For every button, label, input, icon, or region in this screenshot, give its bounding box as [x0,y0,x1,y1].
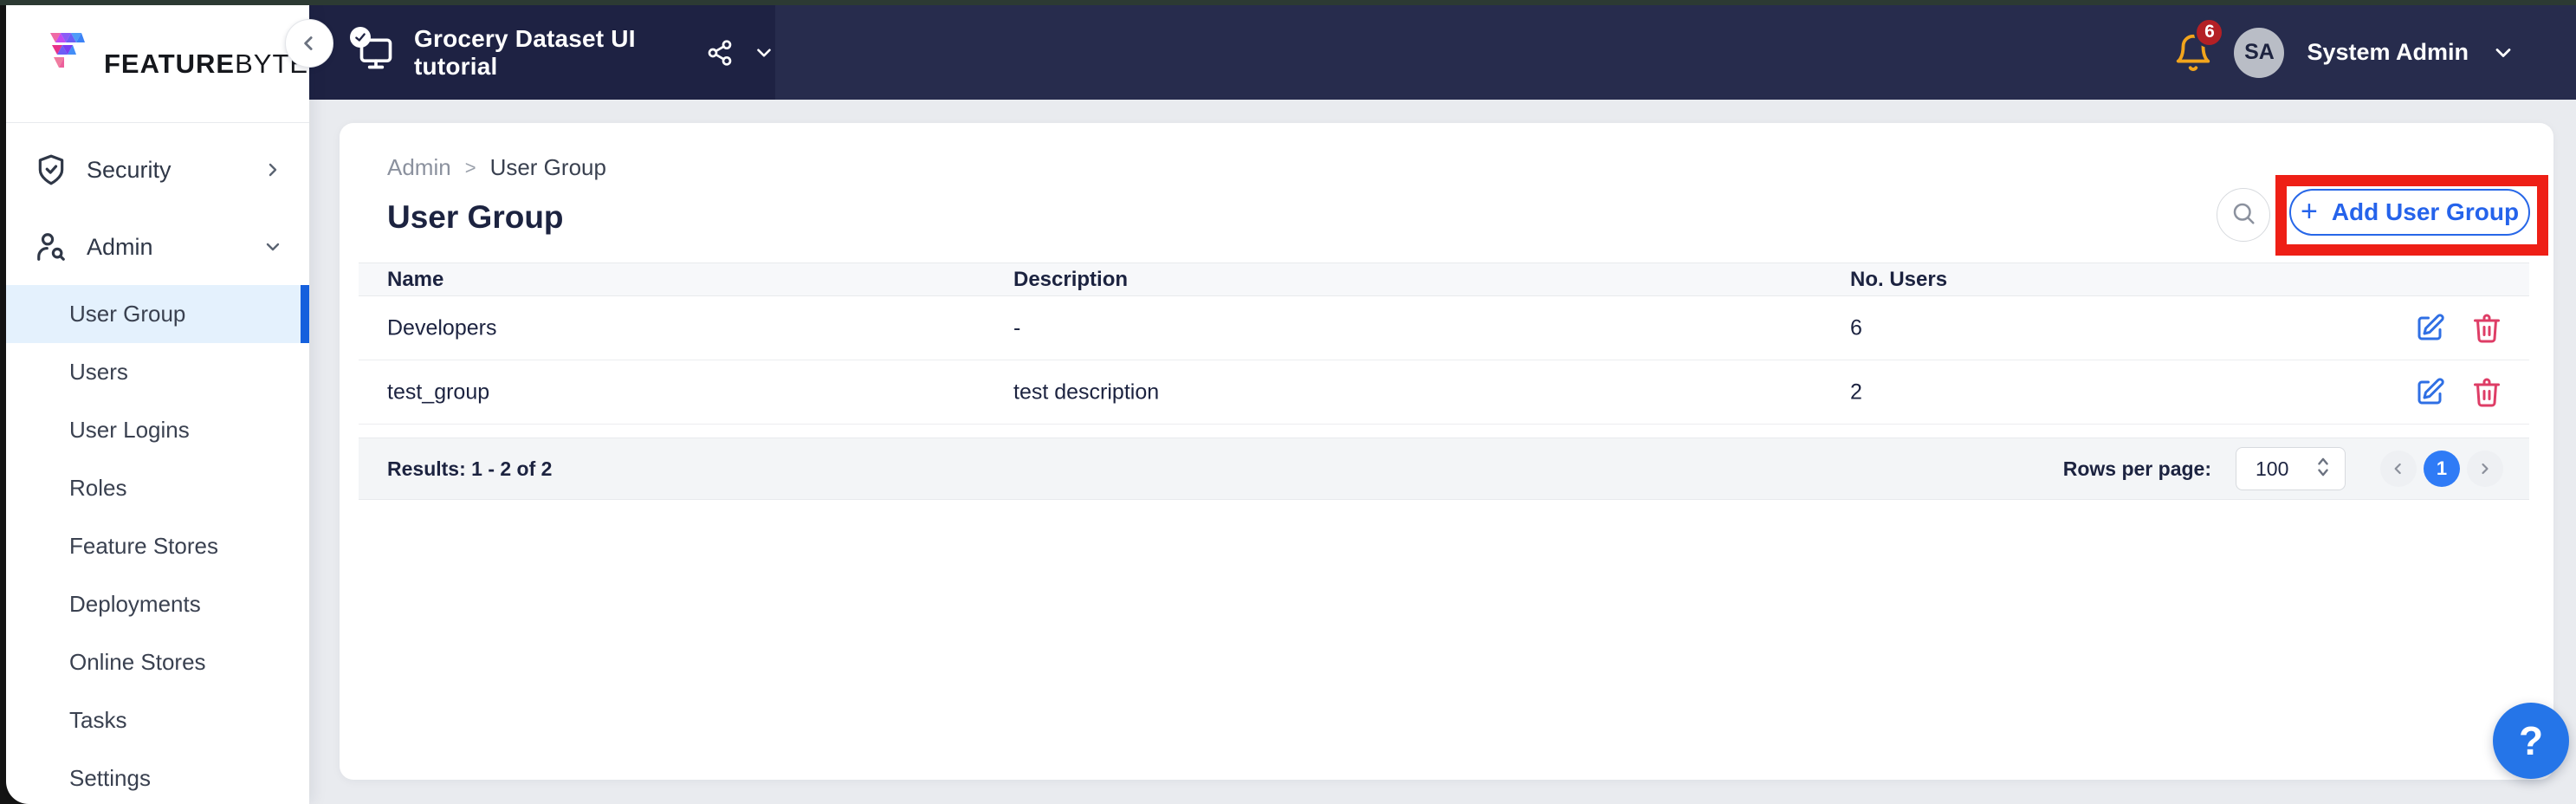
browser-top-strip [0,0,2576,5]
avatar[interactable]: SA [2234,28,2284,78]
app-root: Grocery Dataset UI tutorial [0,0,2576,804]
breadcrumb: Admin > User Group [387,154,606,181]
account-name: System Admin [2307,39,2469,66]
breadcrumb-admin[interactable]: Admin [387,154,451,181]
pagination-controls: Rows per page: 100 [2063,447,2503,490]
cell-description: - [1013,315,1020,340]
search-button[interactable] [2217,188,2270,242]
delete-button[interactable] [2470,312,2503,345]
top-navbar: Grocery Dataset UI tutorial [6,5,2576,100]
sidebar-collapse-button[interactable] [285,19,333,68]
user-search-icon [35,230,68,263]
sidebar-item-user-group[interactable]: User Group [6,285,309,343]
sidebar-section-security[interactable]: Security [6,140,309,199]
pager: 1 [2380,451,2503,487]
breadcrumb-separator: > [465,157,476,179]
table-header-row: Name Description No. Users [359,263,2529,296]
navbar-right-group: 6 SA System Admin [2173,5,2515,100]
plus-icon: + [2301,197,2318,226]
sidebar-item-online-stores[interactable]: Online Stores [6,633,309,691]
sidebar-section-label: Security [87,157,262,184]
shield-check-icon [35,153,68,186]
catalog-selector-block: Grocery Dataset UI tutorial [309,5,775,100]
select-stepper-icon [2314,454,2333,484]
catalog-name: Grocery Dataset UI tutorial [414,25,682,81]
sidebar-item-roles[interactable]: Roles [6,459,309,517]
notification-count-badge: 6 [2194,17,2224,48]
add-user-group-label: Add User Group [2332,198,2519,226]
sidebar-item-user-logins[interactable]: User Logins [6,401,309,459]
sidebar: FEATUREBYTE Security [6,5,309,804]
edit-button[interactable] [2413,376,2446,409]
catalog-selector[interactable]: Grocery Dataset UI tutorial [357,25,775,81]
table-footer: Results: 1 - 2 of 2 Rows per page: 100 [359,438,2529,500]
sidebar-item-tasks[interactable]: Tasks [6,691,309,749]
rows-per-page-label: Rows per page: [2063,457,2211,481]
catalog-check-badge-icon [350,27,371,48]
breadcrumb-current: User Group [490,154,606,181]
table-row[interactable]: Developers - 6 [359,296,2529,360]
chevron-right-icon [262,159,283,180]
sidebar-section-label: Admin [87,234,262,261]
catalog-monitor-icon [357,34,395,72]
add-user-group-button[interactable]: + Add User Group [2289,189,2530,236]
main-content-card: Admin > User Group User Group + Add User… [340,123,2553,780]
cell-users: 2 [1850,379,1862,405]
sidebar-item-feature-stores[interactable]: Feature Stores [6,517,309,575]
next-page-button[interactable] [2467,451,2503,487]
share-icon[interactable] [706,39,734,67]
user-group-table: Name Description No. Users Developers - … [359,263,2529,500]
edit-button[interactable] [2413,312,2446,345]
account-chevron-down-icon[interactable] [2491,41,2515,65]
cell-name: test_group [387,379,489,405]
current-page-button[interactable]: 1 [2424,451,2460,487]
column-header-description: Description [1013,268,1128,292]
column-header-name: Name [387,268,443,292]
chevron-down-icon [262,237,283,257]
delete-button[interactable] [2470,376,2503,409]
logo-panel: FEATUREBYTE [6,5,309,123]
sidebar-item-settings[interactable]: Settings [6,749,309,804]
row-actions [2413,376,2503,409]
search-icon [2230,200,2256,230]
sidebar-item-deployments[interactable]: Deployments [6,575,309,633]
rows-per-page-value: 100 [2256,457,2288,481]
window-edge-strip [0,0,6,804]
column-header-users: No. Users [1850,268,1947,292]
sidebar-item-users[interactable]: Users [6,343,309,401]
sidebar-section-admin[interactable]: Admin [6,217,309,276]
featurebyte-logo-icon [50,33,95,94]
cell-name: Developers [387,315,496,340]
cell-users: 6 [1850,315,1862,340]
help-button[interactable]: ? [2493,703,2569,779]
catalog-chevron-down-icon[interactable] [753,42,775,64]
notifications-bell-icon[interactable]: 6 [2173,33,2213,73]
results-count: Results: 1 - 2 of 2 [387,457,552,481]
cell-description: test description [1013,379,1159,405]
rows-per-page-select[interactable]: 100 [2236,447,2346,490]
page-title: User Group [387,199,564,236]
table-row[interactable]: test_group test description 2 [359,360,2529,425]
row-actions [2413,312,2503,345]
brand-wordmark: FEATUREBYTE [104,49,308,80]
previous-page-button[interactable] [2380,451,2417,487]
